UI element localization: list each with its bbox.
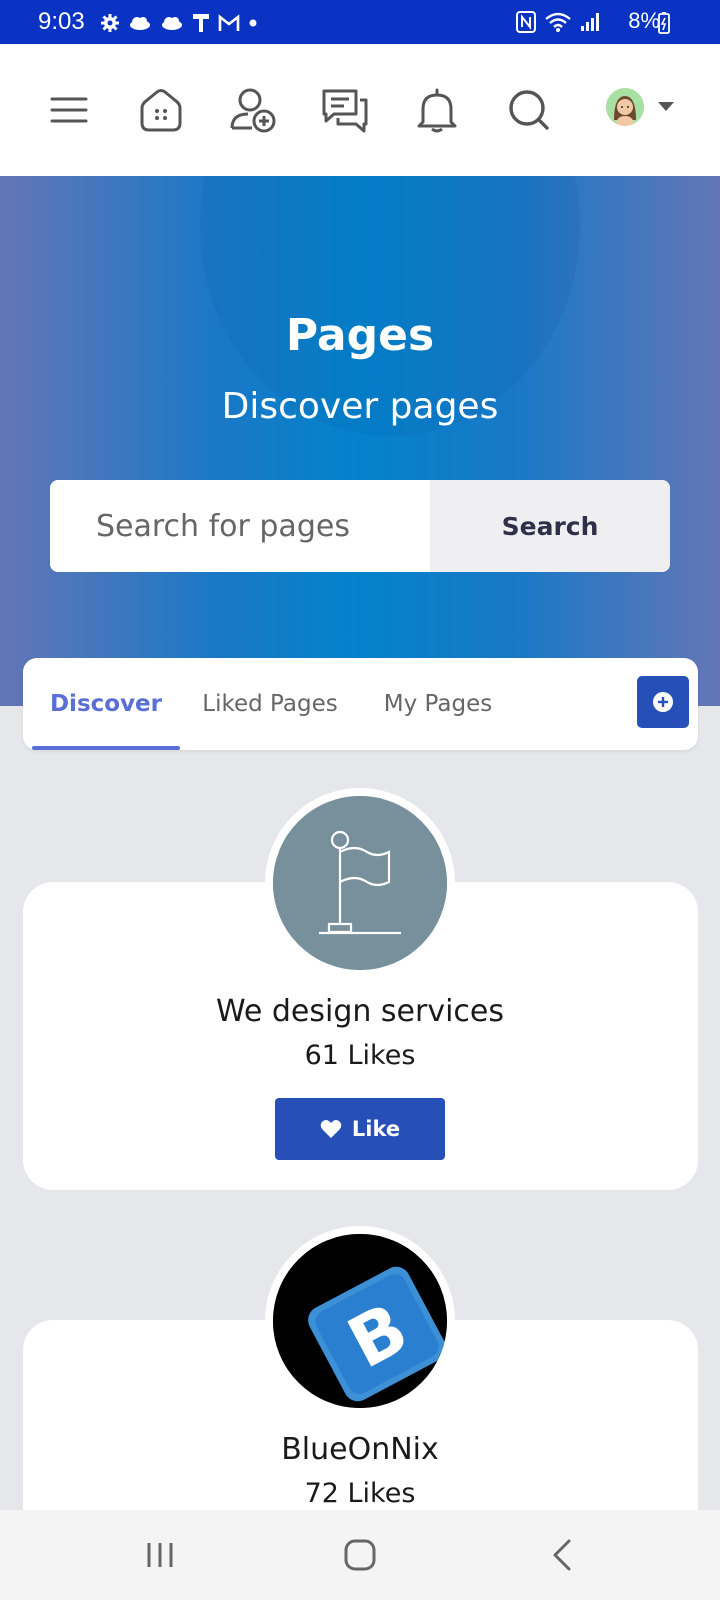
search-button[interactable]: Search <box>430 480 670 572</box>
hammer-icon <box>192 13 210 33</box>
tab-bar: Discover Liked Pages My Pages <box>23 658 698 750</box>
plus-circle-icon <box>653 692 673 712</box>
add-friend-icon[interactable] <box>227 84 279 136</box>
status-bar: 9:03 8% <box>0 0 720 44</box>
like-button[interactable]: Like <box>275 1098 445 1160</box>
battery-percent: 8% <box>628 8 660 33</box>
bell-icon[interactable] <box>411 84 463 136</box>
status-time: 9:03 <box>38 8 85 35</box>
blueonnix-logo: B <box>273 1234 447 1408</box>
page-avatar-ring: B <box>265 1226 455 1416</box>
avatar[interactable] <box>606 88 644 126</box>
app-header <box>0 44 720 176</box>
page-avatar-ring <box>265 788 455 978</box>
home-icon[interactable] <box>135 84 187 136</box>
like-button-label: Like <box>351 1117 401 1141</box>
page-title: Pages <box>285 310 435 361</box>
tab-discover[interactable]: Discover <box>32 658 180 750</box>
notification-icons <box>100 12 258 34</box>
system-icons <box>516 10 602 34</box>
page-likes: 72 Likes <box>304 1478 416 1509</box>
recents-icon[interactable] <box>130 1532 190 1578</box>
search-box: Search <box>50 480 670 572</box>
tab-my-pages[interactable]: My Pages <box>371 658 505 750</box>
active-tab-indicator <box>32 746 180 750</box>
nfc-icon <box>516 11 536 33</box>
back-icon[interactable] <box>532 1532 592 1578</box>
cloud-icon <box>160 15 184 31</box>
messages-icon[interactable] <box>319 84 371 136</box>
menu-icon[interactable] <box>43 84 95 136</box>
signal-icon <box>580 12 602 32</box>
page-subtitle: Discover pages <box>221 386 499 427</box>
chevron-down-icon[interactable] <box>658 102 674 111</box>
page-name[interactable]: We design services <box>0 994 720 1029</box>
tab-liked-pages[interactable]: Liked Pages <box>193 658 347 750</box>
battery-icon <box>658 12 670 34</box>
wifi-icon <box>544 11 572 33</box>
search-icon[interactable] <box>503 84 555 136</box>
dot-icon <box>248 18 258 28</box>
gear-icon <box>100 13 120 33</box>
create-page-button[interactable] <box>637 676 689 728</box>
home-button-icon[interactable] <box>330 1532 390 1578</box>
cloud-icon <box>128 15 152 31</box>
gmail-icon <box>218 14 240 32</box>
heart-icon <box>320 1120 342 1138</box>
page-likes: 61 Likes <box>304 1040 416 1071</box>
page-name[interactable]: BlueOnNix <box>0 1432 720 1467</box>
hero-banner: Pages Discover pages Search <box>0 176 720 706</box>
search-input[interactable] <box>50 480 430 572</box>
system-nav-bar <box>0 1510 720 1600</box>
flag-icon <box>273 796 447 970</box>
